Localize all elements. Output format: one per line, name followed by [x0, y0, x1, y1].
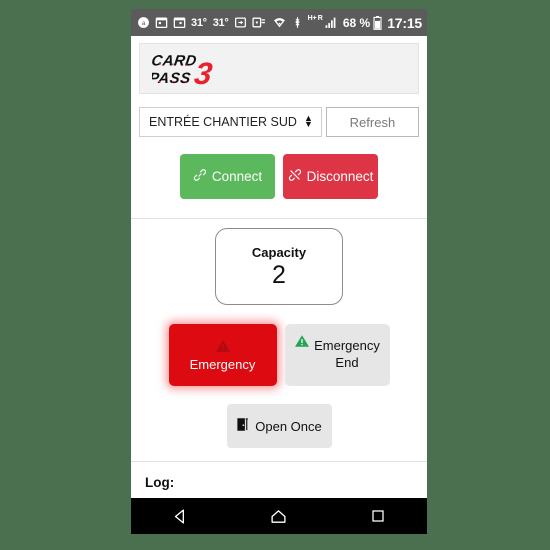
divider [131, 218, 427, 219]
emergency-button[interactable]: Emergency [168, 324, 277, 386]
chevron-down-icon: ▼ [303, 119, 313, 129]
connect-button[interactable]: Connect [180, 154, 275, 199]
android-status-bar: a 31° 31° H+ R 68 % 17:15 [131, 9, 427, 36]
nav-home-button[interactable] [251, 498, 307, 534]
app-content: CARD PASS 3 ENTRÉE CHANTIER SUD ▲ ▼ Refr… [131, 36, 427, 498]
logo-panel: CARD PASS 3 [139, 43, 419, 94]
connection-buttons-row: Connect Disconnect [131, 154, 427, 199]
disconnect-label: Disconnect [306, 169, 374, 184]
chevron-updown-icon: ▲ ▼ [303, 114, 313, 129]
mail-icon [252, 16, 266, 29]
capacity-label: Capacity [251, 244, 307, 260]
phone-screen: a 31° 31° H+ R 68 % 17:15 CARD PASS 3 EN… [131, 9, 427, 534]
site-select[interactable]: ENTRÉE CHANTIER SUD ▲ ▼ [139, 107, 322, 137]
door-icon [236, 417, 250, 435]
signal-bars-icon [324, 16, 338, 29]
weather-temp-2: 31° [212, 16, 229, 29]
capacity-section: Capacity 2 [131, 228, 427, 305]
link-icon [193, 168, 207, 185]
svg-text:a: a [142, 20, 146, 27]
card-pass-3-logo: CARD PASS 3 [148, 50, 232, 91]
sync-icon [234, 16, 247, 29]
capacity-box: Capacity 2 [215, 228, 343, 305]
warning-triangle-icon [215, 339, 231, 356]
emergency-end-text: Emergency End [314, 338, 380, 372]
network-type-label: H+ [307, 15, 317, 22]
calendar-icon [155, 16, 168, 29]
emergency-buttons-row: Emergency Emergency End [131, 324, 427, 386]
refresh-button[interactable]: Refresh [325, 107, 419, 137]
weather-temp-1: 31° [191, 16, 207, 29]
alarm-icon: a [137, 16, 150, 29]
android-nav-bar [131, 498, 427, 534]
svg-text:PASS: PASS [152, 70, 192, 87]
battery-icon [373, 15, 382, 30]
nav-back-button[interactable] [152, 498, 208, 534]
broken-link-icon [288, 168, 302, 185]
roaming-label: R [317, 15, 323, 22]
capacity-value: 2 [272, 260, 286, 289]
battery-percent-label: 68 % [342, 15, 371, 30]
open-once-section: Open Once [131, 404, 427, 448]
emergency-end-button[interactable]: Emergency End [284, 324, 390, 386]
green-warning-triangle-icon [294, 334, 310, 351]
log-label: Log: [145, 475, 175, 490]
site-selector-row: ENTRÉE CHANTIER SUD ▲ ▼ Refresh [139, 107, 419, 137]
svg-text:CARD: CARD [152, 53, 198, 70]
open-once-button[interactable]: Open Once [226, 404, 332, 448]
site-select-value: ENTRÉE CHANTIER SUD [149, 115, 297, 129]
bluetooth-icon [292, 16, 303, 29]
connect-label: Connect [211, 169, 263, 184]
nav-recents-button[interactable] [350, 498, 406, 534]
calendar-icon-2 [173, 16, 186, 29]
wifi-icon [272, 16, 287, 29]
log-section: Log: [131, 461, 427, 498]
open-once-label: Open Once [255, 418, 322, 434]
emergency-end-line2: End [335, 355, 359, 370]
emergency-label: Emergency [189, 356, 256, 372]
emergency-end-line1: Emergency [314, 338, 380, 354]
disconnect-button[interactable]: Disconnect [283, 154, 378, 199]
clock-label: 17:15 [387, 14, 422, 31]
